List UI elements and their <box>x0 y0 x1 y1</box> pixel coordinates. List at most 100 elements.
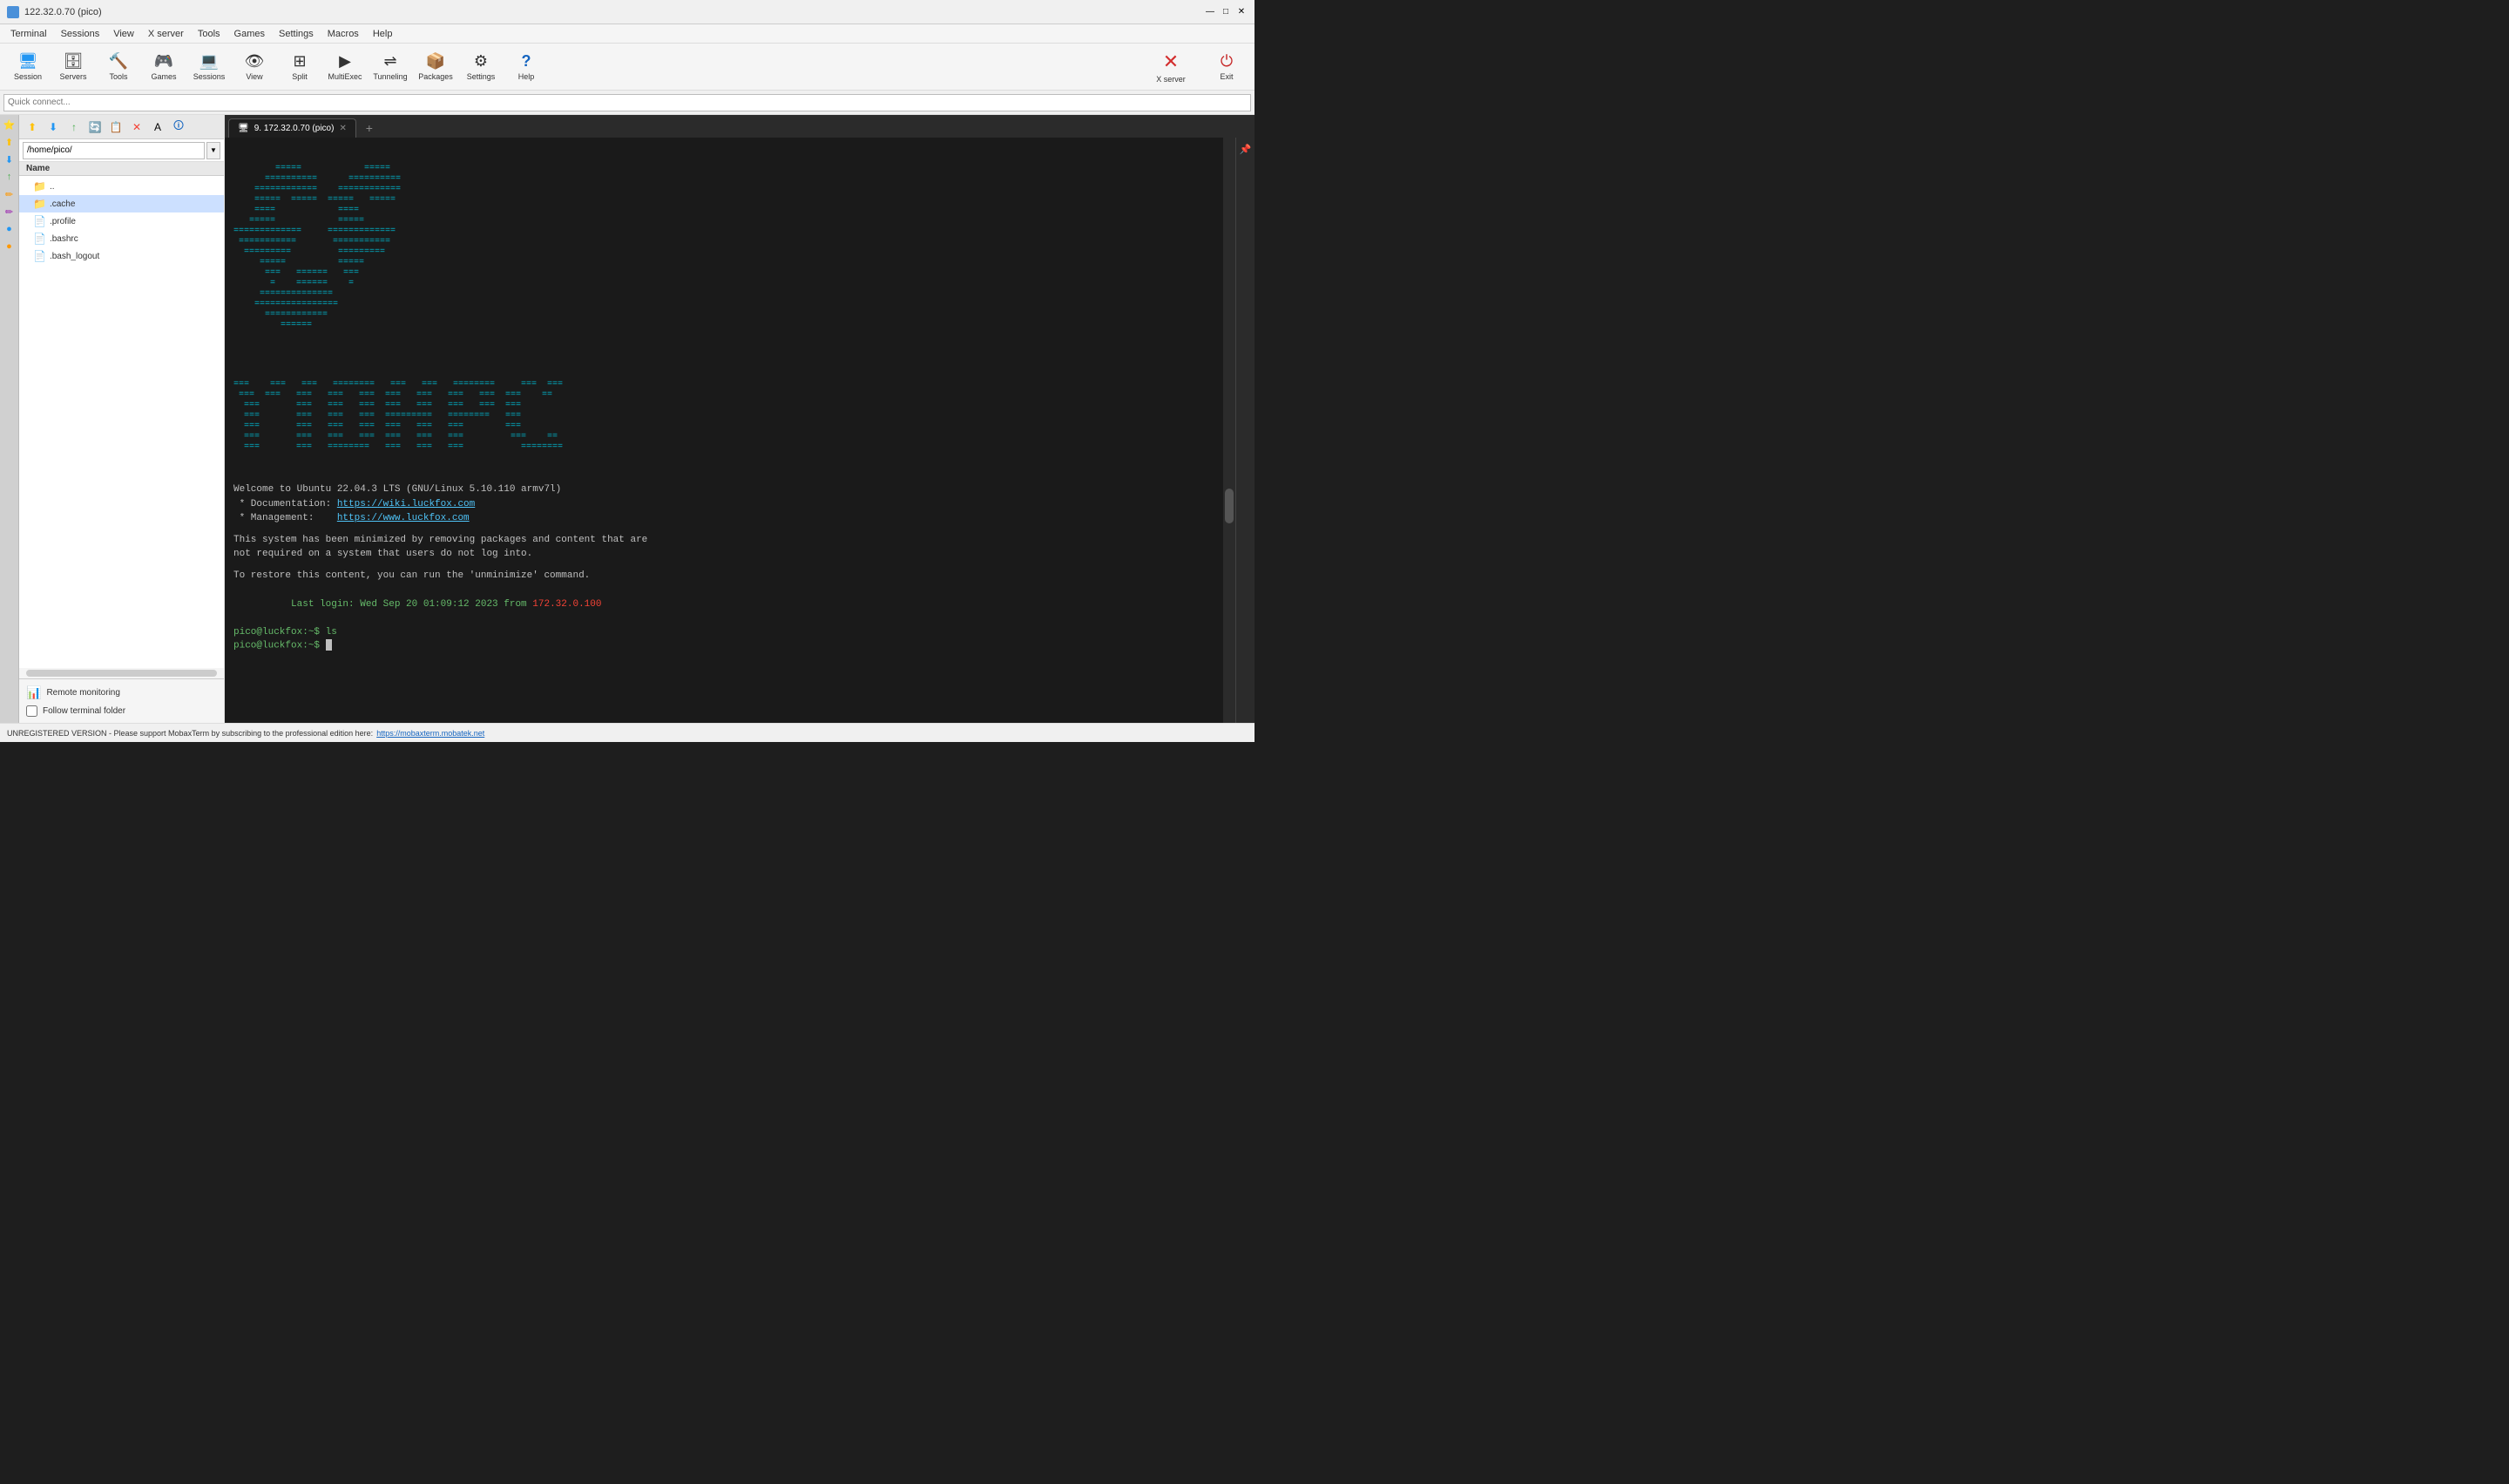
menu-help[interactable]: Help <box>366 27 400 41</box>
sidebar-tool-reload[interactable]: 🔄 <box>85 118 105 137</box>
quick-connect-bar <box>0 91 1254 115</box>
settings-button[interactable]: ⚙ Settings <box>460 47 502 87</box>
terminal-welcome: Welcome to Ubuntu 22.04.3 LTS (GNU/Linux… <box>233 482 1214 497</box>
folder-icon: 📁 <box>33 198 46 210</box>
toolbar: 🖥 Session 🗄 Servers 🔨 Tools 🎮 Games 💻 Se… <box>0 44 1254 91</box>
sidebar-tool-a[interactable]: A <box>148 118 167 137</box>
remote-monitoring-item[interactable]: 📊 Remote monitoring <box>26 683 217 703</box>
maximize-button[interactable]: □ <box>1220 6 1232 18</box>
exit-icon: ⏻ <box>1221 52 1233 71</box>
right-icon-pin[interactable]: 📌 <box>1238 141 1254 157</box>
file-column-name: Name <box>26 164 50 173</box>
help-button[interactable]: ? Help <box>505 47 547 87</box>
tab-session[interactable]: 🖥 9. 172.32.0.70 (pico) ✕ <box>228 118 356 138</box>
file-icon: 📄 <box>33 250 46 262</box>
file-name: .bash_logout <box>50 252 99 261</box>
sidebar-tool-close[interactable]: ✕ <box>127 118 146 137</box>
follow-terminal-item[interactable]: Follow terminal folder <box>26 703 217 719</box>
left-icon-strip: ⭐ ⬆ ⬇ ↑ ✏ ✏ ● ● <box>0 115 19 723</box>
tab-add-button[interactable]: + <box>360 118 379 138</box>
help-icon: ? <box>522 52 531 71</box>
terminal-mgmt: * Management: https://www.luckfox.com <box>233 511 1214 526</box>
sidebar-tool-info[interactable]: 🛈 <box>169 118 188 137</box>
xserver-icon: ✕ <box>1163 51 1179 73</box>
tab-bar: 🖥 9. 172.32.0.70 (pico) ✕ + <box>225 115 1254 138</box>
left-icon-pencil1[interactable]: ✏ <box>2 186 17 202</box>
file-icon: 📄 <box>33 215 46 227</box>
packages-label: Packages <box>418 72 453 81</box>
close-button[interactable]: ✕ <box>1235 6 1248 18</box>
quick-connect-input[interactable] <box>3 94 1251 111</box>
folder-up-icon: 📁 <box>33 180 46 192</box>
sessions-button[interactable]: 💻 Sessions <box>188 47 230 87</box>
left-icon-blue[interactable]: ● <box>2 221 17 237</box>
file-name: .bashrc <box>50 234 78 244</box>
multiexec-icon: ▶ <box>339 52 351 71</box>
tunneling-button[interactable]: ⇌ Tunneling <box>369 47 411 87</box>
left-icon-orange[interactable]: ● <box>2 239 17 254</box>
exit-button[interactable]: ⏻ Exit <box>1206 47 1248 87</box>
menu-terminal[interactable]: Terminal <box>3 27 54 41</box>
list-item[interactable]: 📁 .cache <box>19 195 224 212</box>
sidebar-file-list[interactable]: 📁 .. 📁 .cache 📄 .profile 📄 .bashrc 📄 .ba… <box>19 176 224 668</box>
sessions-label: Sessions <box>193 72 226 81</box>
sidebar-tool-up[interactable]: ⬆ <box>23 118 42 137</box>
left-icon-down[interactable]: ⬇ <box>2 152 17 167</box>
list-item[interactable]: 📄 .bash_logout <box>19 247 224 265</box>
menu-view[interactable]: View <box>106 27 141 41</box>
games-label: Games <box>151 72 176 81</box>
follow-terminal-checkbox[interactable] <box>26 705 37 717</box>
terminal-doc-link[interactable]: https://wiki.luckfox.com <box>337 499 475 509</box>
xserver-button[interactable]: ✕ X server <box>1143 47 1199 87</box>
packages-button[interactable]: 📦 Packages <box>415 47 456 87</box>
session-button[interactable]: 🖥 Session <box>7 47 49 87</box>
games-icon: 🎮 <box>154 52 173 71</box>
view-button[interactable]: 👁 View <box>233 47 275 87</box>
left-icon-arrow[interactable]: ↑ <box>2 169 17 185</box>
sidebar-tool-down[interactable]: ⬇ <box>44 118 63 137</box>
menu-sessions[interactable]: Sessions <box>54 27 107 41</box>
tools-button[interactable]: 🔨 Tools <box>98 47 139 87</box>
list-item[interactable]: 📁 .. <box>19 178 224 195</box>
multiexec-label: MultiExec <box>328 72 362 81</box>
terminal-mgmt-link[interactable]: https://www.luckfox.com <box>337 513 470 523</box>
servers-button[interactable]: 🗄 Servers <box>52 47 94 87</box>
terminal-scrollbar[interactable] <box>1223 138 1235 723</box>
exit-label: Exit <box>1220 72 1233 81</box>
view-label: View <box>246 72 262 81</box>
main-layout: ⭐ ⬆ ⬇ ↑ ✏ ✏ ● ● ⬆ ⬇ ↑ 🔄 📋 ✕ A 🛈 ▼ Name <box>0 115 1254 723</box>
sidebar-path-dropdown[interactable]: ▼ <box>206 142 220 159</box>
tab-close-button[interactable]: ✕ <box>339 124 346 133</box>
terminal[interactable]: ===== ===== ========== ========== ======… <box>225 138 1223 723</box>
games-button[interactable]: 🎮 Games <box>143 47 185 87</box>
list-item[interactable]: 📄 .profile <box>19 212 224 230</box>
minimize-button[interactable]: — <box>1204 6 1216 18</box>
status-link[interactable]: https://mobaxterm.mobatek.net <box>376 729 484 738</box>
tunneling-icon: ⇌ <box>383 52 396 71</box>
left-icon-up[interactable]: ⬆ <box>2 134 17 150</box>
menu-games[interactable]: Games <box>227 27 272 41</box>
xserver-label: X server <box>1156 75 1186 84</box>
menu-tools[interactable]: Tools <box>191 27 227 41</box>
menu-xserver[interactable]: X server <box>141 27 191 41</box>
sidebar-tool-copy[interactable]: 📋 <box>106 118 125 137</box>
split-button[interactable]: ⊞ Split <box>279 47 321 87</box>
title-bar: 122.32.0.70 (pico) — □ ✕ <box>0 0 1254 24</box>
sidebar-scroll-indicator <box>26 670 217 677</box>
list-item[interactable]: 📄 .bashrc <box>19 230 224 247</box>
sidebar-tool-refresh[interactable]: ↑ <box>64 118 84 137</box>
status-text: UNREGISTERED VERSION - Please support Mo… <box>7 729 373 738</box>
packages-icon: 📦 <box>426 52 445 71</box>
left-icon-pencil2[interactable]: ✏ <box>2 204 17 219</box>
sidebar-toolbar: ⬆ ⬇ ↑ 🔄 📋 ✕ A 🛈 <box>19 115 224 139</box>
terminal-scrollbar-thumb[interactable] <box>1225 489 1234 523</box>
sidebar-path-input[interactable] <box>23 142 205 159</box>
session-label: Session <box>14 72 42 81</box>
multiexec-button[interactable]: ▶ MultiExec <box>324 47 366 87</box>
terminal-prompt2-text: pico@luckfox:~$ <box>233 640 326 651</box>
menu-macros[interactable]: Macros <box>321 27 366 41</box>
menu-bar: Terminal Sessions View X server Tools Ga… <box>0 24 1254 44</box>
left-icon-star[interactable]: ⭐ <box>2 117 17 132</box>
last-login-ip: 172.32.0.100 <box>532 599 601 610</box>
menu-settings[interactable]: Settings <box>272 27 321 41</box>
